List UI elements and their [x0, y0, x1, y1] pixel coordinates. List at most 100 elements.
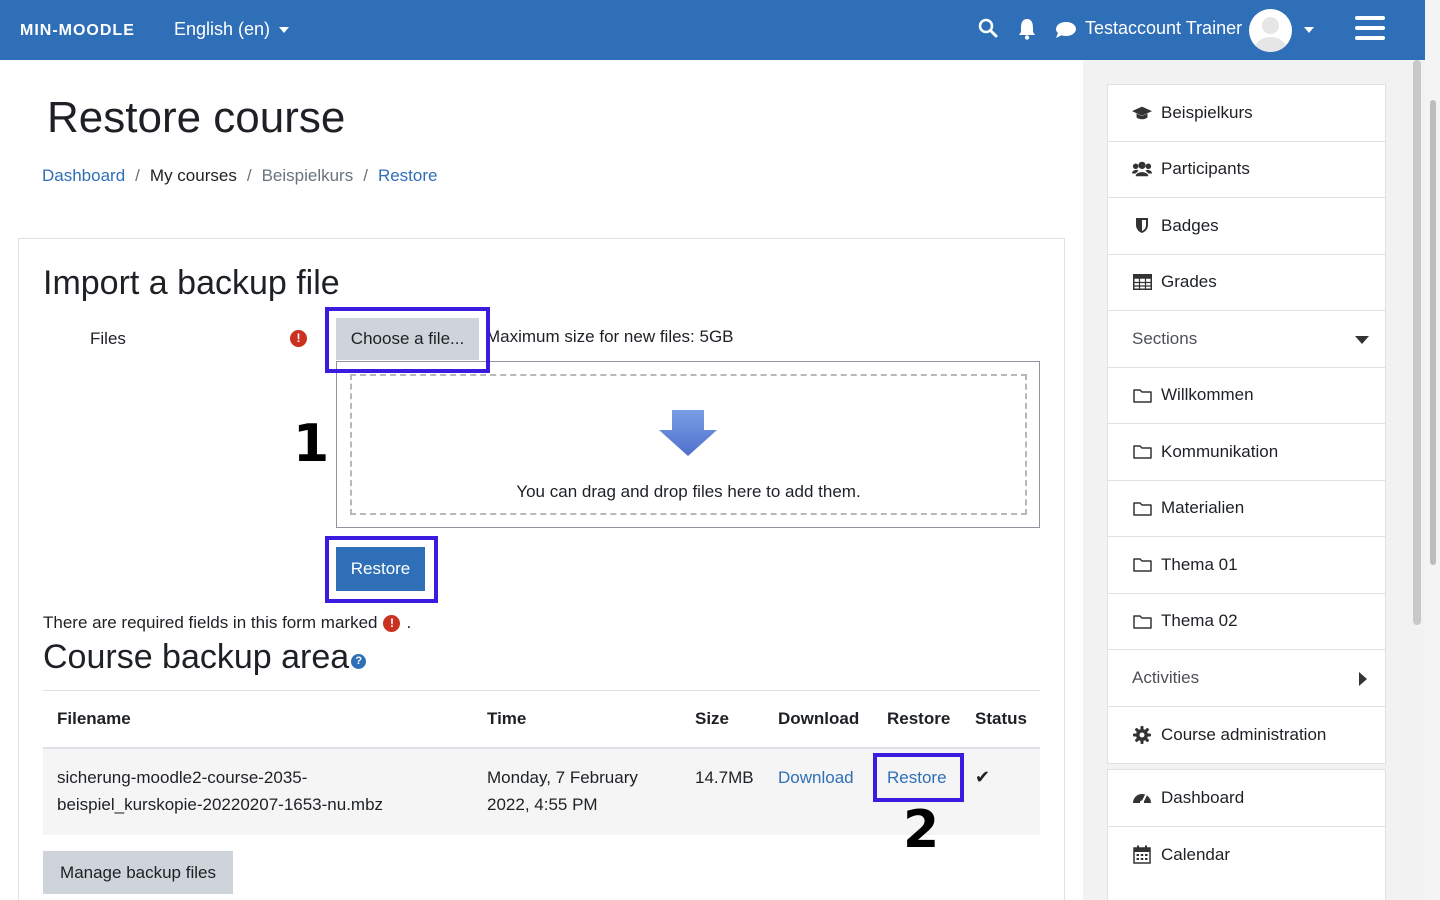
page-title: Restore course [47, 93, 346, 142]
sidebar-item-course[interactable]: Beispielkurs [1108, 85, 1385, 142]
sidebar-item-label: Materialien [1161, 498, 1245, 518]
sidebar-item-badges[interactable]: Badges [1108, 198, 1385, 255]
folder-icon [1132, 557, 1152, 572]
column-header: Filename [43, 690, 473, 749]
caret-right-icon [1359, 672, 1367, 686]
sidebar-item-label: Calendar [1161, 844, 1230, 864]
shield-icon [1132, 217, 1152, 234]
required-note-end: . [406, 613, 412, 632]
annotation-number-2: 2 [903, 800, 940, 860]
column-header: Restore [873, 690, 961, 749]
user-name[interactable]: Testaccount Trainer [1085, 18, 1242, 39]
breadcrumb-restore[interactable]: Restore [378, 166, 438, 186]
chat-icon[interactable] [1055, 21, 1076, 44]
site-navigation-block: Dashboard Calendar [1107, 769, 1386, 900]
sidebar-item-label: Activities [1132, 667, 1200, 687]
folder-icon [1132, 501, 1152, 516]
filename-line: beispiel_kurskopie-20220207-1653-nu.mbz [57, 794, 384, 814]
hamburger-icon[interactable] [1355, 16, 1385, 46]
caret-down-icon [279, 26, 290, 33]
sidebar-item-calendar[interactable]: Calendar [1108, 827, 1385, 884]
check-icon: ✔ [975, 766, 991, 787]
required-note-text: There are required fields in this form m… [43, 613, 378, 632]
column-header: Download [764, 690, 873, 749]
help-icon[interactable]: ? [351, 654, 367, 669]
sidebar-item-activities[interactable]: Activities [1108, 650, 1385, 707]
sidebar-item-course-administration[interactable]: Course administration [1108, 707, 1385, 764]
breadcrumb-separator: / [246, 166, 252, 185]
required-fields-note: There are required fields in this form m… [43, 613, 411, 633]
breadcrumb: Dashboard / My courses / Beispielkurs / … [42, 166, 437, 186]
sidebar-item-sections[interactable]: Sections [1108, 311, 1385, 368]
max-size-text: Maximum size for new files: 5GB [486, 327, 734, 346]
breadcrumb-separator: / [135, 166, 140, 185]
sidebar-item-thema-02[interactable]: Thema 02 [1108, 594, 1385, 650]
column-header: Time [473, 690, 681, 749]
download-link[interactable]: Download [778, 768, 854, 787]
column-header: Status [961, 690, 1040, 749]
files-label: Files [90, 329, 126, 348]
sidebar-item-label: Thema 01 [1161, 554, 1238, 574]
manage-backup-files-button[interactable]: Manage backup files [43, 851, 233, 894]
top-navbar: MIN-MOODLE English (en) Testaccount Trai… [0, 0, 1425, 60]
time-cell: Monday, 7 February 2022, 4:55 PM [473, 747, 681, 835]
sidebar-item-label: Dashboard [1161, 787, 1245, 807]
site-brand[interactable]: MIN-MOODLE [20, 22, 135, 40]
sidebar-item-willkommen[interactable]: Willkommen [1108, 368, 1385, 424]
sidebar-item-grades[interactable]: Grades [1108, 255, 1385, 311]
gear-icon [1132, 725, 1152, 744]
import-section-title: Import a backup file [43, 264, 340, 302]
page-scrollbar-thumb[interactable] [1430, 100, 1436, 565]
users-icon [1132, 160, 1152, 178]
breadcrumb-my-courses[interactable]: My courses [150, 166, 237, 186]
sidebar-item-label: Participants [1161, 159, 1250, 179]
size-cell: 14.7MB [681, 747, 764, 835]
course-navigation-block: Beispielkurs Participants Badges Grades … [1107, 84, 1386, 764]
required-icon: ! [290, 330, 307, 347]
sidebar-item-label: Grades [1161, 272, 1217, 292]
backup-area-title: Course backup area? [43, 638, 367, 677]
time-line: Monday, 7 February [487, 767, 638, 787]
graduation-cap-icon [1132, 105, 1152, 121]
sidebar-scrollbar-thumb[interactable] [1413, 60, 1421, 625]
column-header: Size [681, 690, 764, 749]
dashboard-icon [1132, 790, 1152, 805]
sidebar-item-label: Thema 02 [1161, 611, 1238, 631]
filename-cell: sicherung-moodle2-course-2035- beispiel_… [43, 747, 473, 835]
folder-icon [1132, 444, 1152, 459]
folder-icon [1132, 614, 1152, 629]
breadcrumb-separator: / [363, 166, 368, 185]
search-icon[interactable] [978, 18, 998, 43]
sidebar-item-label: Sections [1132, 328, 1198, 348]
calendar-icon [1132, 845, 1152, 864]
user-menu-caret-icon[interactable] [1304, 27, 1314, 33]
sidebar-item-materialien[interactable]: Materialien [1108, 481, 1385, 537]
caret-down-icon [1355, 336, 1369, 344]
sidebar-item-label: Course administration [1161, 724, 1327, 744]
drop-zone-text: You can drag and drop files here to add … [516, 482, 861, 501]
sidebar-item-label: Willkommen [1161, 385, 1254, 405]
breadcrumb-dashboard[interactable]: Dashboard [42, 166, 125, 186]
sidebar-item-kommunikation[interactable]: Kommunikation [1108, 424, 1385, 481]
highlight-box-choose-file [325, 307, 490, 373]
annotation-number-1: 1 [293, 414, 330, 474]
highlight-box-restore-link [873, 753, 964, 802]
avatar[interactable] [1249, 9, 1292, 52]
sidebar-item-label: Badges [1161, 215, 1219, 235]
sidebar-item-thema-01[interactable]: Thema 01 [1108, 537, 1385, 594]
table-icon [1132, 274, 1152, 291]
language-menu[interactable]: English (en) [174, 19, 290, 40]
folder-icon [1132, 388, 1152, 403]
required-icon: ! [383, 614, 401, 632]
bell-icon[interactable] [1018, 18, 1036, 45]
highlight-box-restore-button [325, 536, 438, 603]
time-line: 2022, 4:55 PM [487, 794, 598, 814]
backup-area-title-text: Course backup area [43, 638, 350, 676]
download-arrow-icon [658, 410, 718, 463]
sidebar-item-dashboard[interactable]: Dashboard [1108, 770, 1385, 827]
filename-line: sicherung-moodle2-course-2035- [57, 767, 308, 787]
sidebar-item-participants[interactable]: Participants [1108, 142, 1385, 198]
breadcrumb-course[interactable]: Beispielkurs [262, 166, 354, 186]
sidebar-item-label: Beispielkurs [1161, 102, 1253, 122]
sidebar-item-label: Kommunikation [1161, 441, 1279, 461]
